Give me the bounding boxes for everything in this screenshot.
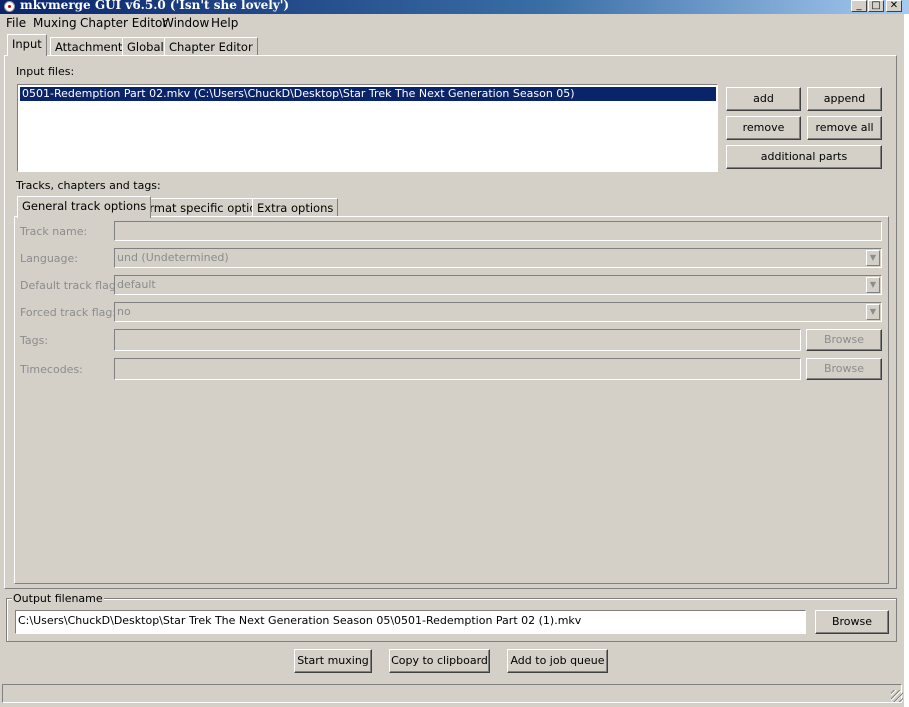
forced-track-flag-value: no [117, 305, 131, 318]
minimize-icon[interactable]: _ [851, 0, 867, 12]
tab-global[interactable]: Global [122, 37, 169, 56]
window-edge [904, 14, 909, 707]
tracks-label: Tracks, chapters and tags: [16, 179, 161, 192]
menu-file[interactable]: File [3, 15, 29, 32]
output-browse-button[interactable]: Browse [815, 610, 889, 634]
default-track-flag-value: default [117, 278, 156, 291]
language-select[interactable]: und (Undetermined) ▼ [114, 248, 882, 268]
timecodes-input[interactable] [114, 358, 801, 380]
remove-button[interactable]: remove [726, 116, 801, 140]
tab-extra-options[interactable]: Extra options [252, 198, 339, 217]
title-bar[interactable]: mkvmerge GUI v6.5.0 ('Isn't she lovely')… [0, 0, 909, 14]
close-icon[interactable]: ✕ [886, 0, 902, 12]
timecodes-browse-button[interactable]: Browse [806, 358, 882, 380]
default-track-flag-label: Default track flag: [20, 279, 120, 292]
menu-help[interactable]: Help [208, 15, 241, 32]
remove-all-button[interactable]: remove all [807, 116, 882, 140]
chevron-down-icon[interactable]: ▼ [866, 250, 880, 266]
window-title: mkvmerge GUI v6.5.0 ('Isn't she lovely') [20, 0, 290, 12]
copy-to-clipboard-button[interactable]: Copy to clipboard [389, 649, 490, 673]
language-label: Language: [20, 252, 78, 265]
general-track-options-panel [14, 216, 889, 584]
forced-track-flag-select[interactable]: no ▼ [114, 302, 882, 322]
tab-input[interactable]: Input [7, 34, 47, 56]
timecodes-label: Timecodes: [20, 363, 83, 376]
maximize-icon[interactable]: □ [868, 0, 884, 12]
input-files-label: Input files: [16, 65, 75, 78]
track-name-label: Track name: [20, 225, 88, 238]
menu-muxing[interactable]: Muxing [30, 15, 80, 32]
tags-label: Tags: [20, 334, 49, 347]
track-name-input[interactable] [114, 221, 882, 241]
start-muxing-button[interactable]: Start muxing [294, 649, 372, 673]
chevron-down-icon[interactable]: ▼ [866, 304, 880, 320]
input-files-list[interactable]: 0501-Redemption Part 02.mkv (C:\Users\Ch… [17, 84, 718, 172]
list-item[interactable]: 0501-Redemption Part 02.mkv (C:\Users\Ch… [20, 87, 716, 101]
output-filename-input[interactable]: C:\Users\ChuckD\Desktop\Star Trek The Ne… [15, 610, 806, 634]
append-button[interactable]: append [807, 87, 882, 111]
additional-parts-button[interactable]: additional parts [726, 145, 882, 169]
tab-attachments[interactable]: Attachments [50, 37, 134, 56]
add-to-job-queue-button[interactable]: Add to job queue [507, 649, 608, 673]
default-track-flag-select[interactable]: default ▼ [114, 275, 882, 295]
language-value: und (Undetermined) [117, 251, 229, 264]
menu-chapter-editor[interactable]: Chapter Editor [77, 15, 170, 32]
mkvmerge-app-icon[interactable] [4, 1, 15, 12]
status-bar [2, 684, 902, 703]
forced-track-flag-label: Forced track flag: [20, 306, 117, 319]
tab-chapter-editor[interactable]: Chapter Editor [164, 37, 258, 56]
add-button[interactable]: add [726, 87, 801, 111]
tags-input[interactable] [114, 329, 801, 351]
tab-general-track-options[interactable]: General track options [17, 196, 152, 218]
chevron-down-icon[interactable]: ▼ [866, 277, 880, 293]
menu-window[interactable]: Window [159, 15, 212, 32]
output-filename-label: Output filename [12, 592, 104, 605]
tags-browse-button[interactable]: Browse [806, 329, 882, 351]
resize-grip-icon[interactable] [891, 690, 903, 702]
